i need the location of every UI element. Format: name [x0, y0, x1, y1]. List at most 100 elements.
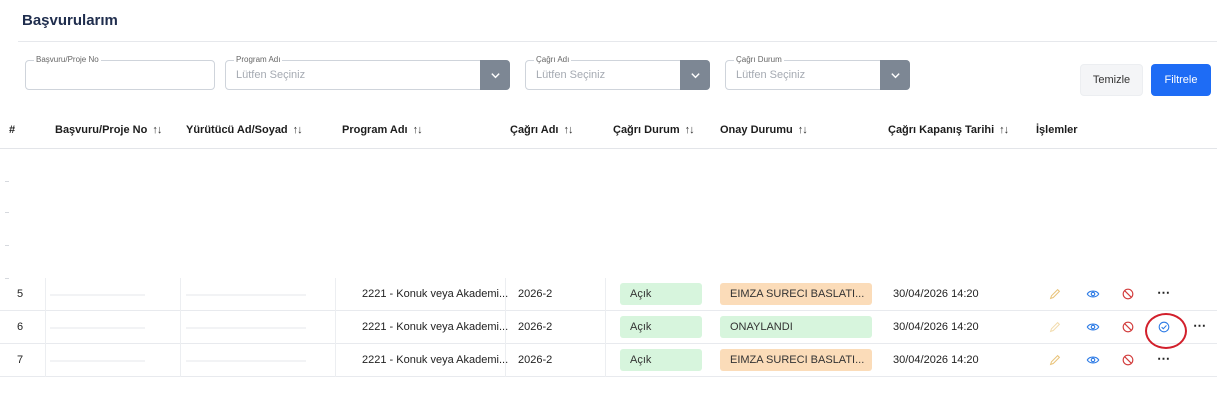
chevron-down-icon	[690, 72, 700, 78]
call-status-badge: Açık	[620, 316, 702, 338]
close-date: 30/04/2026 14:20	[893, 288, 979, 300]
approval-status-badge: EIMZA SURECI BASLATI...	[720, 283, 872, 305]
pencil-icon[interactable]	[1047, 286, 1063, 302]
cell-divider	[45, 278, 46, 311]
redacted-text	[186, 294, 306, 296]
eye-icon	[1086, 290, 1100, 298]
eye-icon[interactable]	[1085, 286, 1101, 302]
ban-icon[interactable]	[1120, 319, 1136, 335]
filter-button[interactable]: Filtrele	[1151, 64, 1211, 96]
redacted-text	[50, 360, 145, 362]
page-title: Başvurularım	[22, 12, 118, 29]
program-name: 2221 - Konuk veya Akademi...	[362, 288, 509, 300]
cell-divider	[45, 311, 46, 344]
column-header-close-date[interactable]: Çağrı Kapanış Tarihi ↑↓	[888, 124, 1009, 136]
call-status-dropdown-button[interactable]	[880, 60, 910, 90]
column-header-index: #	[9, 124, 16, 136]
redacted-text	[186, 327, 306, 329]
app-no-filter-field[interactable]: Başvuru/Proje No	[25, 55, 215, 90]
cell-divider	[335, 278, 336, 311]
pencil-icon[interactable]	[1047, 319, 1063, 335]
more-horizontal-icon[interactable]: ⋯	[1157, 285, 1170, 301]
call-dropdown-button[interactable]	[680, 60, 710, 90]
eye-icon[interactable]	[1085, 319, 1101, 335]
highlight-ring	[1145, 313, 1187, 349]
program-filter-label: Program Adı	[234, 55, 283, 65]
table-row: 6 2221 - Konuk veya Akademi... 2026-2 Açık O…	[0, 311, 1217, 344]
pencil-icon	[1049, 354, 1061, 366]
call-filter-label: Çağrı Adı	[534, 55, 572, 65]
table-header-divider	[0, 148, 1217, 149]
eye-icon	[1086, 356, 1100, 364]
sort-icon[interactable]: ↑↓	[798, 124, 808, 136]
close-date: 30/04/2026 14:20	[893, 354, 979, 366]
row-index: 5	[17, 288, 24, 300]
call-name: 2026-2	[518, 288, 553, 300]
eye-icon[interactable]	[1085, 352, 1101, 368]
eye-icon	[1086, 323, 1100, 331]
more-horizontal-icon[interactable]: ⋯	[1157, 351, 1170, 367]
call-name: 2026-2	[518, 321, 553, 333]
cell-divider	[335, 311, 336, 344]
sort-icon[interactable]: ↑↓	[152, 124, 162, 136]
ban-icon[interactable]	[1120, 352, 1136, 368]
column-header-executor[interactable]: Yürütücü Ad/Soyad ↑↓	[186, 124, 303, 136]
redacted-text	[186, 360, 306, 362]
sort-icon[interactable]: ↑↓	[685, 124, 695, 136]
app-no-filter-label: Başvuru/Proje No	[34, 55, 101, 65]
program-name: 2221 - Konuk veya Akademi...	[362, 354, 509, 366]
sort-icon[interactable]: ↑↓	[293, 124, 303, 136]
redacted-text	[50, 294, 145, 296]
cell-divider	[180, 278, 181, 311]
cell-divider	[180, 311, 181, 344]
chevron-down-icon	[890, 72, 900, 78]
sort-icon[interactable]: ↑↓	[564, 124, 574, 136]
row-index: 6	[17, 321, 24, 333]
scroll-tick	[5, 181, 9, 182]
cell-divider	[45, 344, 46, 377]
cell-divider	[605, 278, 606, 311]
row-index: 7	[17, 354, 24, 366]
call-status-badge: Açık	[620, 283, 702, 305]
chevron-down-icon	[490, 72, 500, 78]
program-name: 2221 - Konuk veya Akademi...	[362, 321, 509, 333]
approval-status-badge: ONAYLANDI	[720, 316, 872, 338]
clear-button[interactable]: Temizle	[1080, 64, 1143, 96]
column-header-approval[interactable]: Onay Durumu ↑↓	[720, 124, 808, 136]
program-filter-value: Lütfen Seçiniz	[236, 69, 306, 81]
ban-icon	[1122, 288, 1134, 300]
scroll-tick	[5, 245, 9, 246]
program-filter-select[interactable]: Program Adı Lütfen Seçiniz	[225, 55, 510, 90]
ban-icon	[1122, 354, 1134, 366]
call-status-badge: Açık	[620, 349, 702, 371]
column-header-program[interactable]: Program Adı ↑↓	[342, 124, 423, 136]
approval-status-badge: EIMZA SURECI BASLATI...	[720, 349, 872, 371]
cell-divider	[605, 311, 606, 344]
call-status-filter-value: Lütfen Seçiniz	[736, 69, 806, 81]
column-header-call[interactable]: Çağrı Adı ↑↓	[510, 124, 574, 136]
pencil-icon	[1049, 288, 1061, 300]
pencil-icon[interactable]	[1047, 352, 1063, 368]
program-dropdown-button[interactable]	[480, 60, 510, 90]
cell-divider	[605, 344, 606, 377]
call-name: 2026-2	[518, 354, 553, 366]
cell-divider	[335, 344, 336, 377]
column-header-actions: İşlemler	[1036, 124, 1078, 136]
pencil-icon	[1049, 321, 1061, 333]
call-filter-select[interactable]: Çağrı Adı Lütfen Seçiniz	[525, 55, 710, 90]
cell-divider	[180, 344, 181, 377]
more-horizontal-icon[interactable]: ⋯	[1193, 318, 1206, 334]
scroll-tick	[5, 212, 9, 213]
close-date: 30/04/2026 14:20	[893, 321, 979, 333]
ban-icon	[1122, 321, 1134, 333]
column-header-app-no[interactable]: Başvuru/Proje No ↑↓	[55, 124, 162, 136]
sort-icon[interactable]: ↑↓	[999, 124, 1009, 136]
ban-icon[interactable]	[1120, 286, 1136, 302]
call-status-filter-select[interactable]: Çağrı Durum Lütfen Seçiniz	[725, 55, 910, 90]
redacted-text	[50, 327, 145, 329]
sort-icon[interactable]: ↑↓	[413, 124, 423, 136]
title-divider	[18, 41, 1217, 42]
column-header-call-status[interactable]: Çağrı Durum ↑↓	[613, 124, 695, 136]
call-status-filter-label: Çağrı Durum	[734, 55, 784, 65]
table-row: 5 2221 - Konuk veya Akademi... 2026-2 Açık E…	[0, 278, 1217, 311]
